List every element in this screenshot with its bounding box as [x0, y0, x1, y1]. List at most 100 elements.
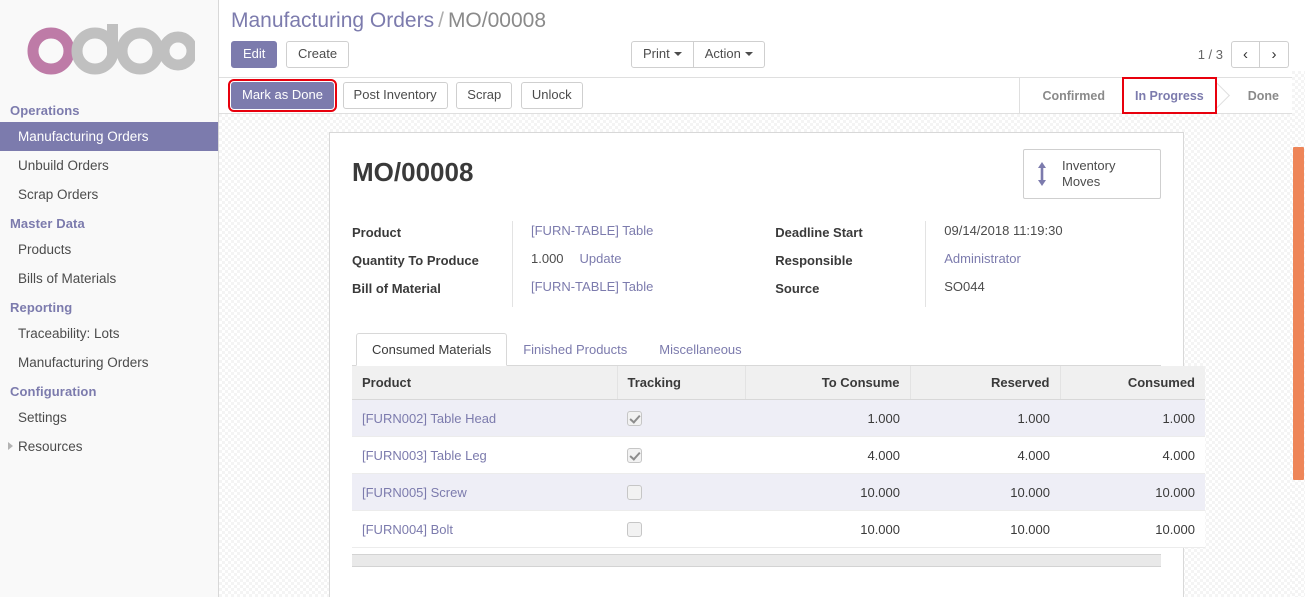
cell-to-consume: 1.000: [745, 399, 910, 438]
chevron-down-icon: [744, 52, 753, 56]
column-header-consumed[interactable]: Consumed: [1059, 366, 1205, 400]
sidebar-item-scrap-orders[interactable]: Scrap Orders: [0, 180, 218, 209]
print-action-group: Print Action: [631, 41, 765, 68]
vertical-scrollbar-thumb[interactable]: [1293, 147, 1304, 480]
cell-to-consume: 10.000: [745, 510, 910, 549]
odoo-logo[interactable]: [0, 0, 218, 96]
form-sheet: Inventory Moves MO/00008 Product Quantit…: [329, 132, 1205, 597]
table-header-row: Product Tracking To Consume Reserved Con…: [352, 366, 1205, 400]
edit-button[interactable]: Edit: [231, 41, 278, 68]
sidebar-item-manufacturing-orders[interactable]: Manufacturing Orders: [0, 122, 218, 151]
tab-strip: Consumed Materials Finished Products Mis…: [352, 333, 1161, 366]
sidebar-item-bills-of-materials[interactable]: Bills of Materials: [0, 264, 218, 293]
breadcrumb-root[interactable]: Manufacturing Orders: [231, 9, 434, 32]
tracking-checkbox[interactable]: [627, 448, 642, 464]
cell-reserved: 10.000: [910, 473, 1060, 512]
sidebar-item-traceability-lots[interactable]: Traceability: Lots: [0, 319, 218, 348]
post-inventory-button[interactable]: Post Inventory: [342, 82, 448, 109]
cell-consumed: 10.000: [1060, 510, 1205, 549]
value-deadline-start: 09/14/2018 11:19:30: [944, 223, 1063, 238]
status-spacer-arrow: [1202, 78, 1230, 113]
scrap-button[interactable]: Scrap: [456, 82, 513, 109]
column-header-product[interactable]: Product: [352, 366, 617, 400]
cell-to-consume: 4.000: [745, 436, 910, 475]
tracking-checkbox[interactable]: [627, 485, 642, 501]
cell-tracking: [617, 399, 745, 438]
notebook: Consumed Materials Finished Products Mis…: [352, 333, 1205, 568]
update-quantity-link[interactable]: Update: [580, 251, 622, 266]
action-label: Action: [704, 46, 741, 61]
inventory-moves-label: Inventory Moves: [1062, 158, 1116, 189]
label-source: Source: [775, 281, 820, 296]
pager-next-button[interactable]: ›: [1260, 41, 1289, 68]
cell-product: [FURN005] Screw: [352, 473, 617, 512]
pager-previous-button[interactable]: ‹: [1231, 41, 1260, 68]
responsible-link[interactable]: Administrator: [944, 251, 1021, 266]
sidebar-section-operations: Operations: [10, 103, 80, 118]
pager-count: 1 / 3: [1197, 47, 1223, 62]
sidebar-item-resources-label: Resources: [18, 439, 83, 454]
cell-consumed: 10.000: [1060, 473, 1205, 512]
sidebar-item-unbuild-orders[interactable]: Unbuild Orders: [0, 151, 218, 180]
cell-tracking: [617, 436, 745, 475]
create-button[interactable]: Create: [286, 41, 350, 68]
mark-as-done-button[interactable]: Mark as Done: [228, 79, 337, 112]
status-step-in-progress[interactable]: In Progress: [1121, 77, 1217, 114]
control-panel-buttons: Edit Create Print Action 1 / 3 ‹ ›: [231, 41, 1293, 69]
stat-button-box: Inventory Moves: [1023, 149, 1161, 199]
breadcrumb-separator: /: [438, 9, 444, 32]
label-quantity-to-produce: Quantity To Produce: [352, 253, 479, 268]
table-row[interactable]: [FURN004] Bolt 10.000 10.000 10.000: [352, 510, 1205, 549]
tab-consumed-materials[interactable]: Consumed Materials: [356, 333, 508, 366]
breadcrumb: Manufacturing Orders / MO/00008: [231, 8, 1293, 34]
label-deadline-start: Deadline Start: [775, 225, 863, 240]
sidebar-item-products[interactable]: Products: [0, 235, 218, 264]
status-step-done-label: Done: [1247, 88, 1279, 103]
cell-tracking: [617, 473, 745, 512]
cell-product: [FURN002] Table Head: [352, 399, 617, 438]
pager: 1 / 3 ‹ ›: [1198, 41, 1289, 68]
table-row[interactable]: [FURN003] Table Leg 4.000 4.000 4.000: [352, 436, 1205, 475]
value-responsible: Administrator: [944, 249, 1161, 277]
cell-reserved: 1.000: [910, 399, 1060, 438]
vertical-scrollbar-track[interactable]: [1292, 71, 1305, 597]
column-header-tracking[interactable]: Tracking: [616, 366, 745, 400]
status-step-confirmed[interactable]: Confirmed: [1020, 78, 1136, 113]
sidebar-item-manufacturing-orders-report[interactable]: Manufacturing Orders: [0, 348, 218, 377]
tracking-checkbox[interactable]: [627, 411, 642, 427]
table-row[interactable]: [FURN002] Table Head 1.000 1.000 1.000: [352, 399, 1205, 438]
tab-miscellaneous[interactable]: Miscellaneous: [643, 333, 757, 366]
form-column-right: Deadline Start Responsible Source 09/14/…: [775, 221, 1161, 307]
print-label: Print: [643, 46, 670, 61]
sidebar-item-settings[interactable]: Settings: [0, 403, 218, 432]
form-left-values: [FURN-TABLE] Table 1.000 Update [FURN-TAB…: [512, 221, 757, 307]
sidebar-section-master-data: Master Data: [10, 216, 85, 231]
cell-consumed: 1.000: [1060, 399, 1205, 438]
table-row[interactable]: [FURN005] Screw 10.000 10.000 10.000: [352, 473, 1205, 512]
sidebar-item-resources[interactable]: Resources: [0, 432, 218, 461]
product-link[interactable]: [FURN-TABLE] Table: [531, 223, 653, 238]
form-fields: Product Quantity To Produce Bill of Mate…: [352, 221, 1161, 315]
status-step-in-progress-label: In Progress: [1134, 88, 1204, 103]
status-step-done[interactable]: Done: [1225, 78, 1297, 113]
main-region: Manufacturing Orders / MO/00008 Edit Creat…: [219, 0, 1305, 597]
odoo-manufacturing-order-page: Operations Manufacturing Orders Unbuild …: [0, 0, 1305, 597]
column-header-to-consume[interactable]: To Consume: [744, 366, 910, 400]
odoo-logo-icon: [27, 24, 195, 75]
content-area: Inventory Moves MO/00008 Product Quantit…: [219, 114, 1305, 597]
breadcrumb-current: MO/00008: [447, 9, 546, 32]
print-dropdown-button[interactable]: Print: [631, 41, 694, 68]
action-dropdown-button[interactable]: Action: [693, 41, 765, 68]
unlock-button[interactable]: Unlock: [520, 82, 583, 109]
bom-link[interactable]: [FURN-TABLE] Table: [531, 279, 653, 294]
inventory-moves-button[interactable]: Inventory Moves: [1023, 149, 1161, 199]
column-header-reserved[interactable]: Reserved: [909, 366, 1060, 400]
cell-product: [FURN004] Bolt: [352, 510, 617, 549]
value-source: SO044: [944, 279, 985, 294]
status-pipeline: Confirmed In Progress Done: [1019, 77, 1297, 114]
tracking-checkbox[interactable]: [627, 522, 642, 538]
tab-finished-products[interactable]: Finished Products: [507, 333, 643, 366]
label-responsible: Responsible: [775, 253, 853, 268]
up-down-arrow-icon: [1038, 162, 1046, 186]
action-bar: Mark as Done Post Inventory Scrap Unlock…: [219, 77, 1305, 114]
